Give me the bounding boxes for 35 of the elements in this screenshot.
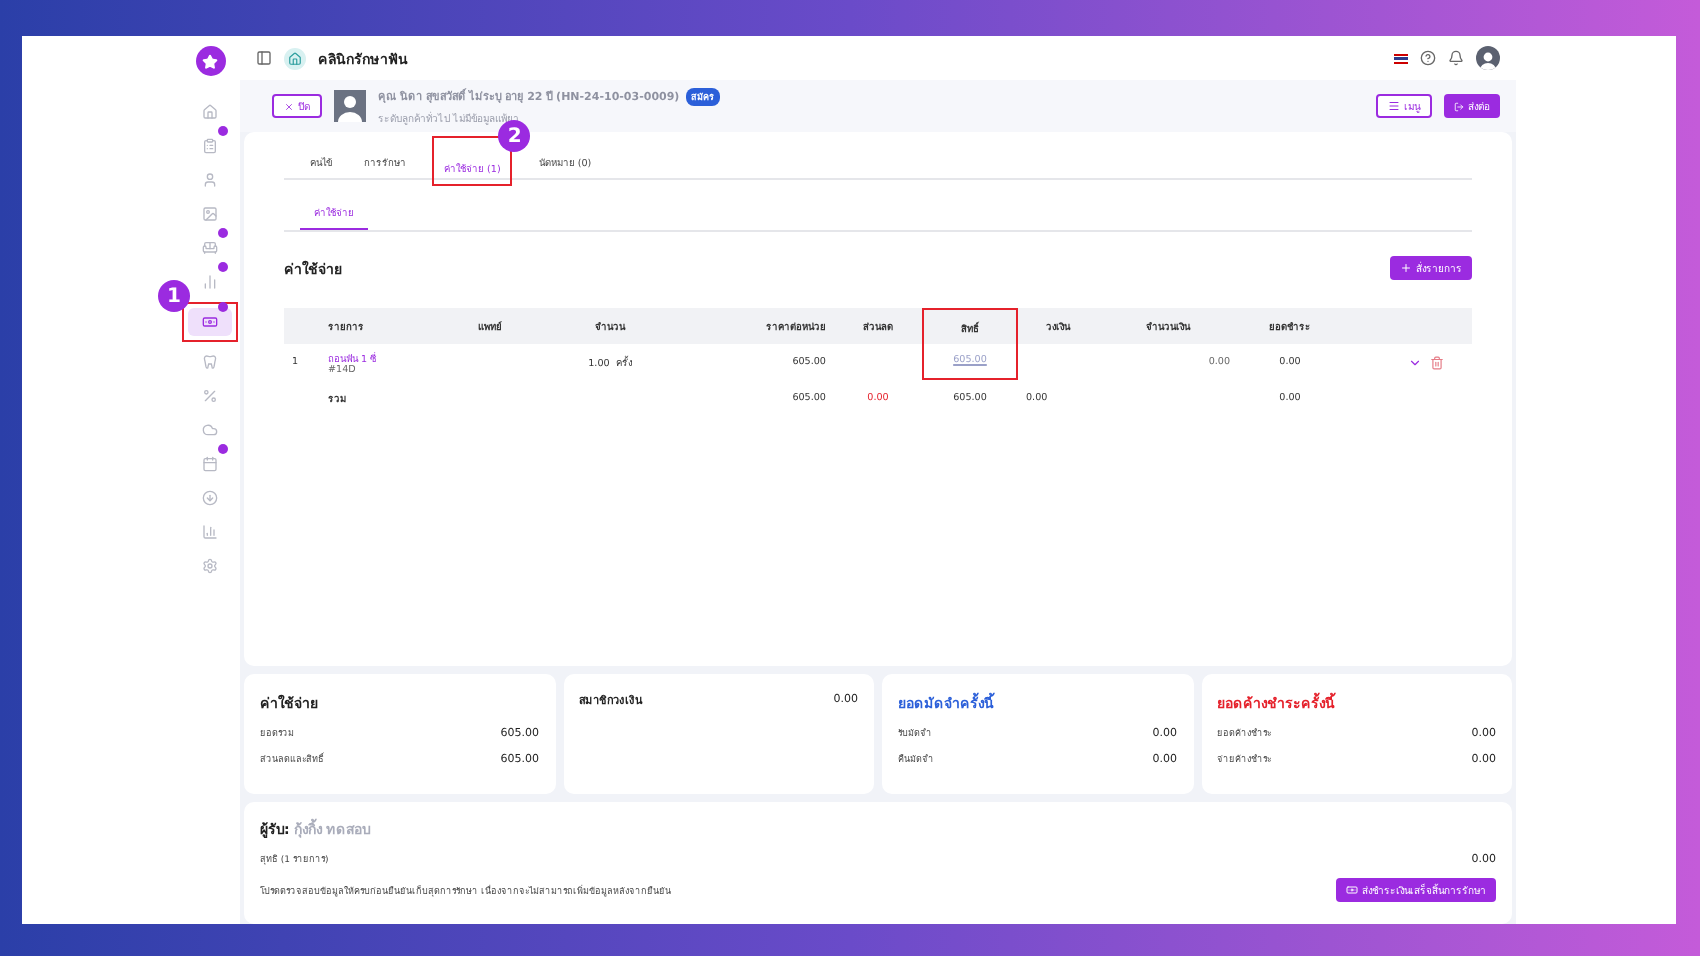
plus-icon bbox=[1400, 262, 1412, 274]
user-icon bbox=[202, 172, 218, 188]
exit-icon bbox=[1454, 101, 1464, 111]
clinic-icon bbox=[284, 47, 306, 69]
delete-icon[interactable] bbox=[1430, 355, 1444, 369]
settings-icon bbox=[202, 558, 218, 574]
cash-icon bbox=[1346, 884, 1358, 896]
cash-icon bbox=[202, 314, 218, 330]
sofa-icon bbox=[202, 240, 218, 256]
notification-dot bbox=[218, 228, 228, 238]
logo-icon bbox=[195, 46, 225, 76]
sidebar-toggle-icon[interactable] bbox=[256, 50, 272, 66]
menu-icon bbox=[1388, 100, 1400, 112]
expand-icon[interactable] bbox=[1408, 355, 1422, 369]
help-icon[interactable] bbox=[1420, 50, 1436, 66]
patient-photo bbox=[334, 90, 366, 122]
notification-dot bbox=[218, 444, 228, 454]
flag-icon[interactable] bbox=[1394, 53, 1408, 63]
home-icon bbox=[202, 104, 218, 120]
bars-icon bbox=[202, 274, 218, 290]
notification-dot bbox=[218, 262, 228, 272]
calendar-icon bbox=[202, 456, 218, 472]
image-icon bbox=[202, 206, 218, 222]
tooth-icon bbox=[202, 354, 218, 370]
bell-icon[interactable] bbox=[1448, 50, 1464, 66]
notification-dot bbox=[218, 126, 228, 136]
clipboard-icon bbox=[202, 138, 218, 154]
percent-icon bbox=[202, 388, 218, 404]
cloud-icon bbox=[202, 422, 218, 438]
chart-icon bbox=[202, 524, 218, 540]
avatar[interactable] bbox=[1476, 46, 1500, 70]
step-number: 1 bbox=[158, 280, 190, 312]
notification-dot bbox=[218, 302, 228, 312]
step-number: 2 bbox=[498, 120, 531, 152]
download-icon bbox=[202, 490, 218, 506]
